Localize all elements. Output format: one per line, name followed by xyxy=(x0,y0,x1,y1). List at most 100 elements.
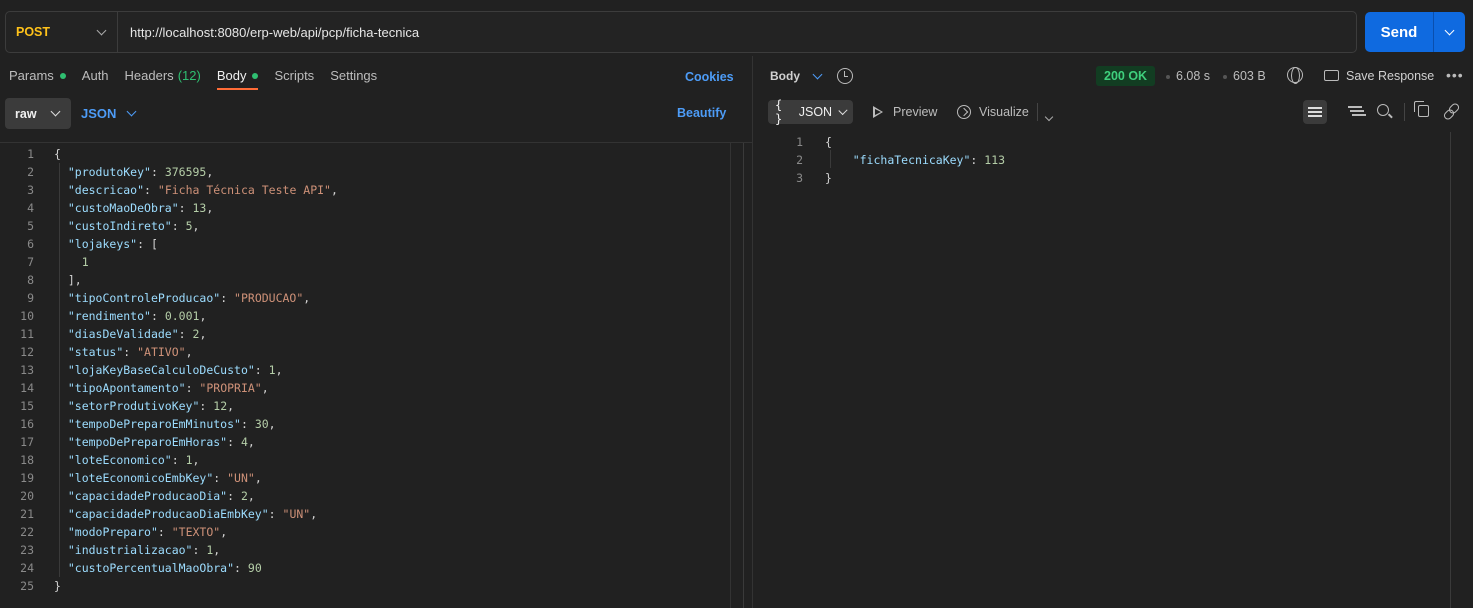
send-options-button[interactable] xyxy=(1433,12,1465,52)
body-format-label: JSON xyxy=(81,106,117,121)
visualize-options-button[interactable] xyxy=(1044,108,1054,123)
code-content: { xyxy=(825,133,832,151)
json-value: "PROPRIA" xyxy=(199,381,262,395)
code-line: 18 "loteEconomico": 1, xyxy=(0,451,728,469)
status-badge[interactable]: 200 OK xyxy=(1096,66,1156,86)
code-content: "loteEconomicoEmbKey": "UN", xyxy=(67,471,262,485)
punctuation: , xyxy=(199,327,207,341)
editor-scrollbar[interactable] xyxy=(743,143,744,608)
preview-button[interactable]: Preview xyxy=(873,105,937,119)
body-mode-selector[interactable]: raw xyxy=(5,98,71,129)
search-icon[interactable] xyxy=(1377,104,1389,116)
visualize-button[interactable]: Visualize xyxy=(957,105,1029,119)
code-content: "fichaTecnicaKey": 113 xyxy=(852,153,1006,167)
json-key: "fichaTecnicaKey" xyxy=(852,153,971,167)
method-selector[interactable]: POST xyxy=(6,12,118,52)
line-number: 20 xyxy=(20,489,34,503)
response-body-selector[interactable]: Body xyxy=(770,69,823,83)
method-label: POST xyxy=(16,25,51,39)
globe-icon[interactable] xyxy=(1287,67,1303,84)
json-value: 113 xyxy=(984,153,1006,167)
punctuation: , xyxy=(206,201,214,215)
response-format-label: JSON xyxy=(798,105,833,119)
line-number: 17 xyxy=(20,435,34,449)
line-number: 24 xyxy=(20,561,34,575)
save-response-button[interactable]: Save Response xyxy=(1346,69,1434,83)
url-input[interactable] xyxy=(118,12,1356,52)
send-button[interactable]: Send xyxy=(1365,12,1433,52)
line-number: 3 xyxy=(796,171,803,185)
tab-settings[interactable]: Settings xyxy=(330,68,377,90)
params-indicator-dot xyxy=(59,72,66,79)
filter-icon[interactable] xyxy=(1348,105,1362,117)
response-line: 2 "fichaTecnicaKey": 113 xyxy=(753,151,1443,169)
tab-params[interactable]: Params xyxy=(9,68,66,90)
json-value: 0.001 xyxy=(164,309,200,323)
json-value: 12 xyxy=(213,399,228,413)
response-line: 3} xyxy=(753,169,1443,187)
punctuation: , xyxy=(192,219,200,233)
code-line: 11 "diasDeValidade": 2, xyxy=(0,325,728,343)
copy-icon[interactable] xyxy=(1414,101,1429,117)
chevron-down-icon xyxy=(126,106,137,117)
punctuation: , xyxy=(192,453,200,467)
wrap-lines-icon[interactable] xyxy=(1303,100,1327,124)
line-number: 14 xyxy=(20,381,34,395)
punctuation: , xyxy=(330,183,338,197)
response-time[interactable]: 6.08 s xyxy=(1176,69,1210,83)
code-line: 15 "setorProdutivoKey": 12, xyxy=(0,397,728,415)
code-content: "modoPreparo": "TEXTO", xyxy=(67,525,228,539)
code-line: 8 ], xyxy=(0,271,728,289)
more-options-icon[interactable]: ••• xyxy=(1446,67,1464,83)
send-button-group: Send xyxy=(1365,12,1465,52)
visualize-label: Visualize xyxy=(979,105,1029,119)
code-content: "lojaKeyBaseCalculoDeCusto": 1, xyxy=(67,363,283,377)
tab-headers[interactable]: Headers (12) xyxy=(125,68,201,90)
json-value: "TEXTO" xyxy=(171,525,221,539)
code-content: "status": "ATIVO", xyxy=(67,345,193,359)
link-icon[interactable] xyxy=(1445,104,1459,118)
code-line: 6 "lojakeys": [ xyxy=(0,235,728,253)
punctuation: , xyxy=(268,417,276,431)
separator-dot xyxy=(1223,75,1227,79)
beautify-button[interactable]: Beautify xyxy=(677,106,726,120)
json-value: 30 xyxy=(254,417,269,431)
line-number: 4 xyxy=(27,201,34,215)
chevron-down-icon xyxy=(1444,25,1455,35)
tab-scripts[interactable]: Scripts xyxy=(274,68,314,90)
history-icon[interactable] xyxy=(837,68,853,84)
json-key: "capacidadeProducaoDiaEmbKey" xyxy=(67,507,269,521)
json-key: "custoIndireto" xyxy=(67,219,172,233)
json-key: "descricao" xyxy=(67,183,145,197)
line-number: 3 xyxy=(27,183,34,197)
response-scrollbar[interactable] xyxy=(1450,132,1451,608)
line-number: 21 xyxy=(20,507,34,521)
code-content: "custoIndireto": 5, xyxy=(67,219,200,233)
tab-params-label: Params xyxy=(9,68,54,83)
json-key: "custoPercentualMaoObra" xyxy=(67,561,235,575)
json-value: "PRODUCAO" xyxy=(234,291,304,305)
json-value: "ATIVO" xyxy=(137,345,186,359)
preview-label: Preview xyxy=(893,105,938,119)
toolbar-separator xyxy=(1404,103,1405,121)
code-line: 7 1 xyxy=(0,253,728,271)
body-format-selector[interactable]: JSON xyxy=(81,106,137,121)
response-body-viewer[interactable]: 1 {2 "fichaTecnicaKey": 113 3} xyxy=(753,132,1473,608)
code-content: "descricao": "Ficha Técnica Teste API", xyxy=(67,183,338,197)
json-value: 5 xyxy=(185,219,193,233)
cookies-link[interactable]: Cookies xyxy=(685,70,734,84)
json-value: 4 xyxy=(240,435,248,449)
response-size[interactable]: 603 B xyxy=(1233,69,1266,83)
response-format-selector[interactable]: { } JSON xyxy=(768,98,853,126)
chevron-down-icon xyxy=(1044,112,1054,122)
request-body-editor[interactable]: 1{2 "produtoKey": 376595, 3 "descricao": … xyxy=(0,142,752,608)
code-content: "loteEconomico": 1, xyxy=(67,453,200,467)
line-number: 5 xyxy=(27,219,34,233)
code-line: 19 "loteEconomicoEmbKey": "UN", xyxy=(0,469,728,487)
chevron-down-icon xyxy=(50,106,61,117)
line-number: 1 xyxy=(796,135,803,149)
tab-auth[interactable]: Auth xyxy=(82,68,109,90)
json-key: "status" xyxy=(67,345,124,359)
tab-body[interactable]: Body xyxy=(216,68,259,90)
